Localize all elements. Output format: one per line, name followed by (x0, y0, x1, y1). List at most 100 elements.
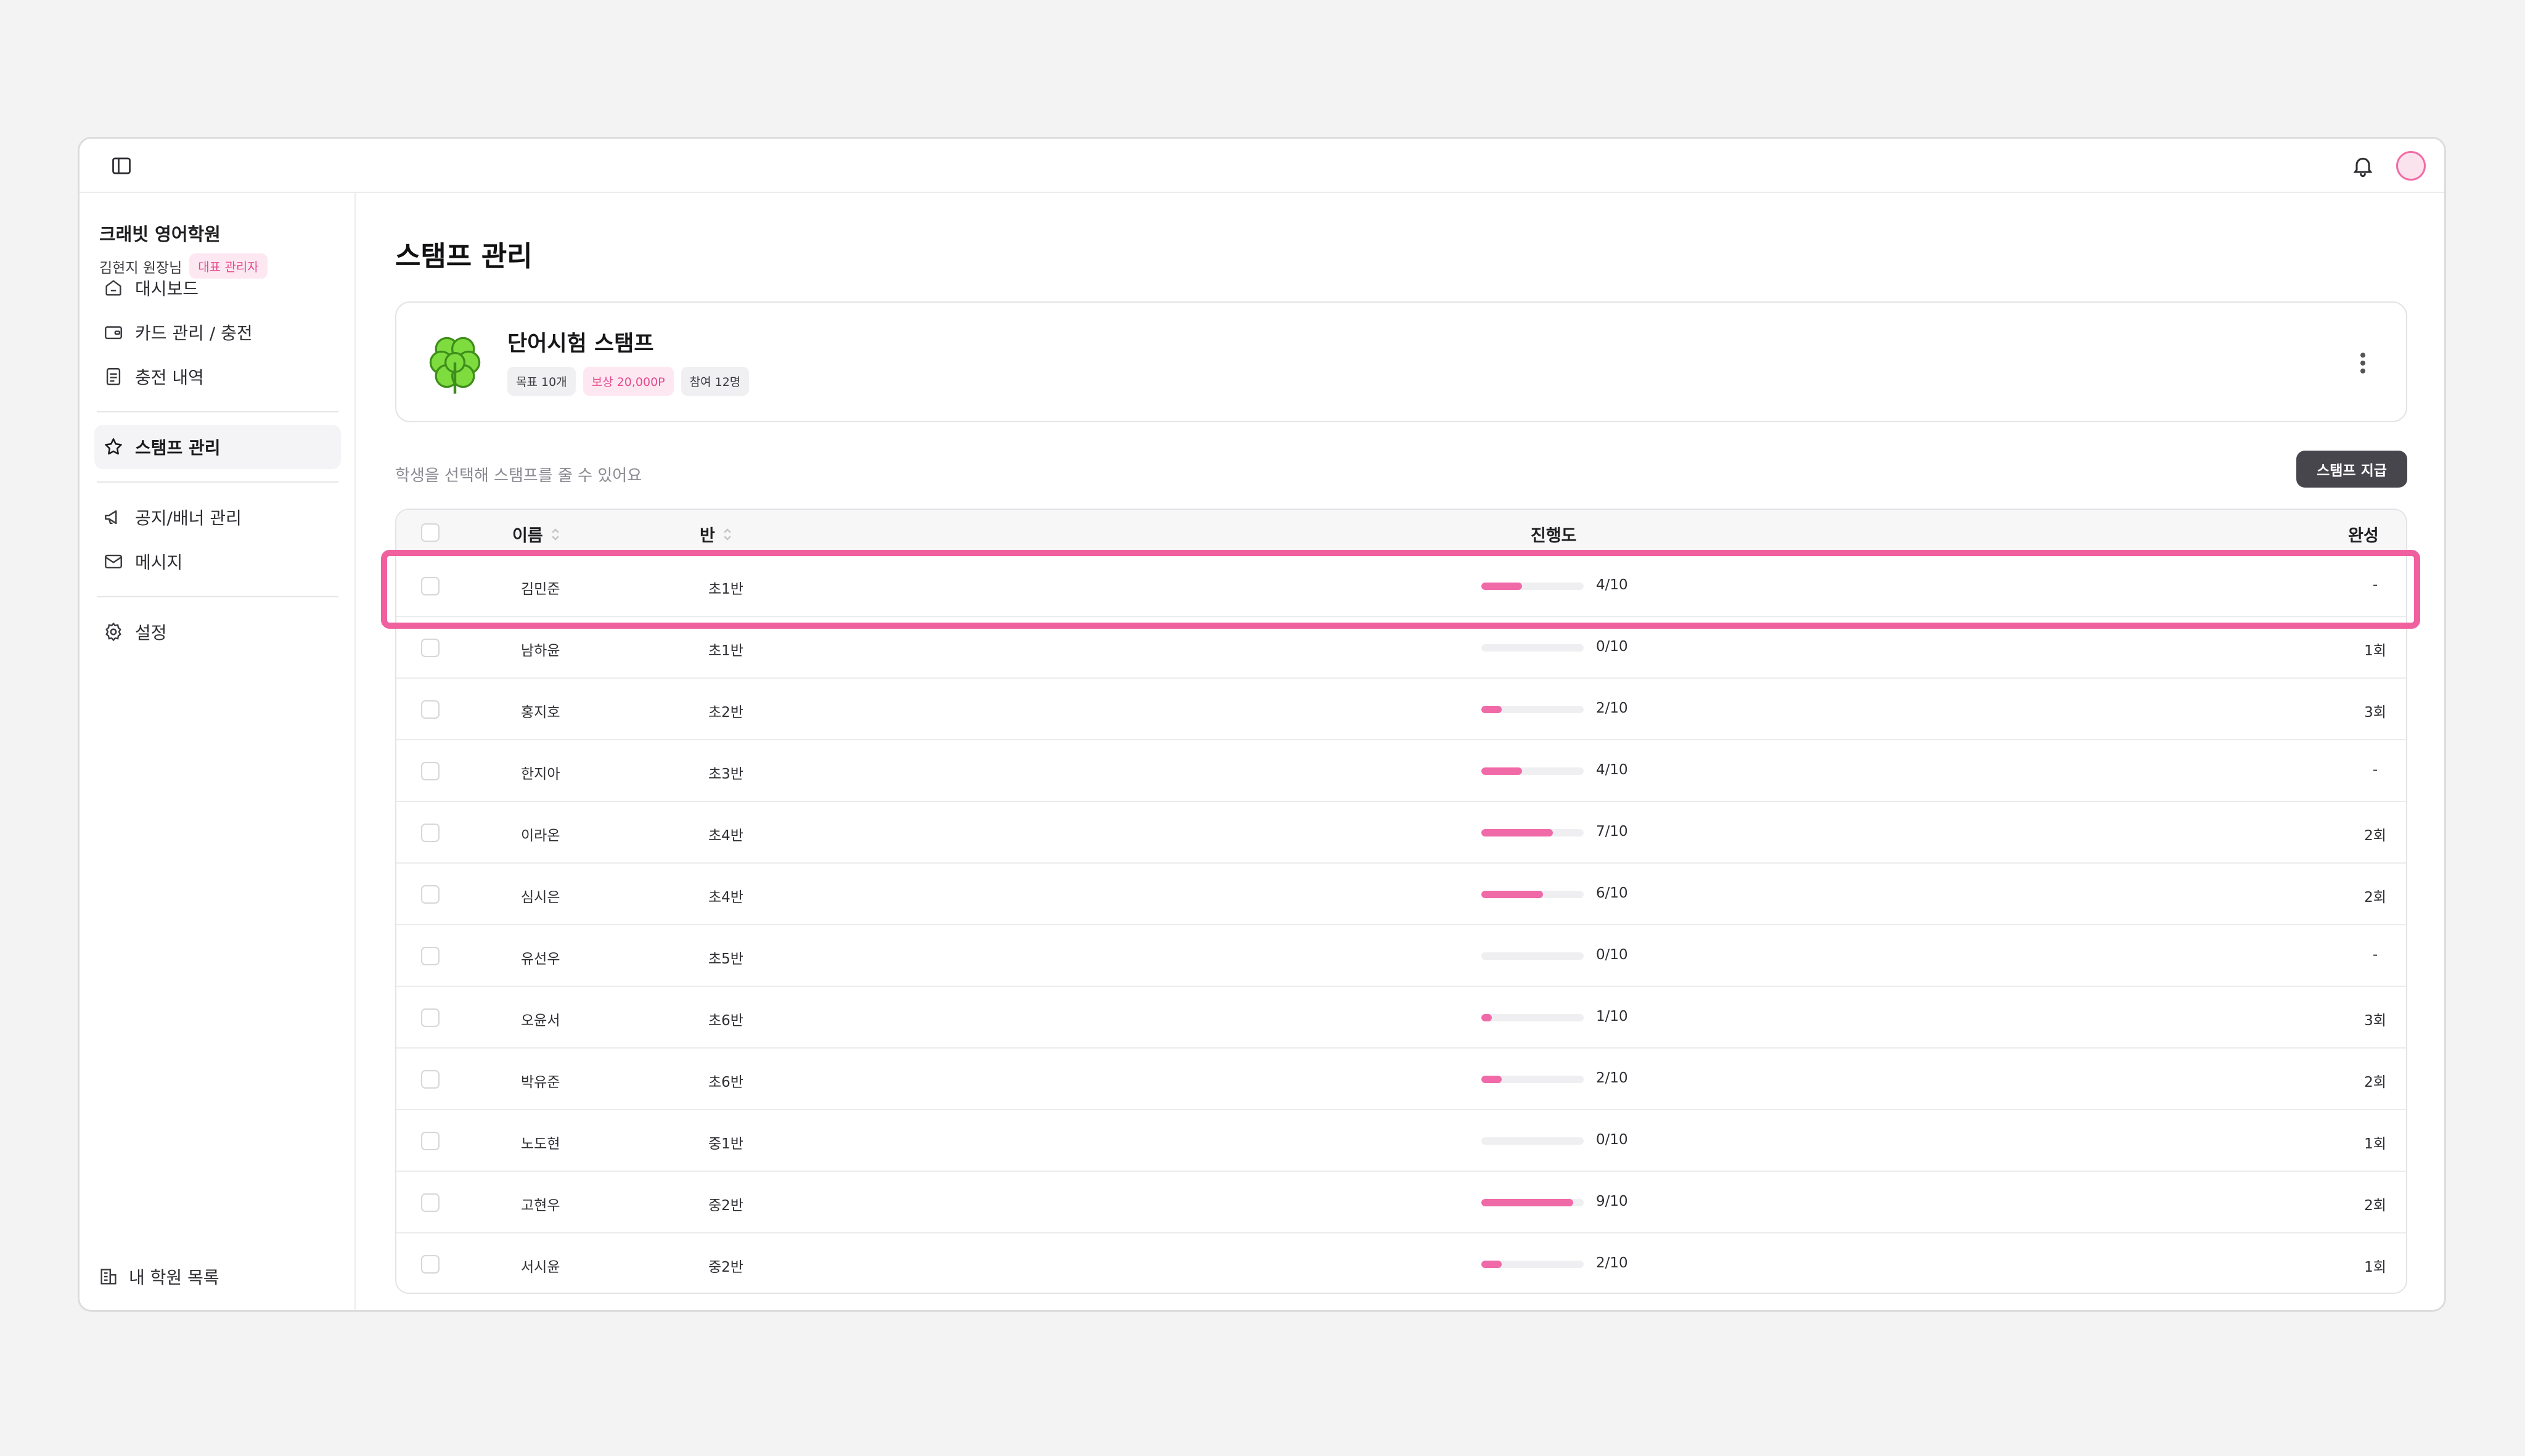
progress-text: 9/10 (1596, 1193, 1628, 1209)
table-row[interactable]: 노도현 중1반 0/10 1회 (396, 1110, 2406, 1172)
wallet-icon (105, 326, 122, 340)
progress-bar (1481, 644, 1584, 652)
row-checkbox[interactable] (421, 639, 440, 657)
table-row[interactable]: 오윤서 초6반 1/10 3회 (396, 987, 2406, 1049)
completion-count: 2회 (2364, 1198, 2386, 1214)
completion-count: 1회 (2364, 643, 2386, 659)
student-name: 이라온 (521, 828, 560, 844)
my-academies-link[interactable]: 내 학원 목록 (98, 1264, 219, 1289)
main-content: 스탬프 관리 단어시험 스탬프 목표 10개 보상 20,000P 참여 12명 (356, 193, 2444, 1310)
student-name: 남하윤 (521, 643, 560, 659)
row-checkbox[interactable] (421, 1070, 440, 1089)
table-row[interactable]: 김민준 초1반 4/10 - (396, 555, 2406, 617)
student-class: 중2반 (708, 1198, 743, 1214)
sidebar-item-label: 공지/배너 관리 (135, 508, 242, 528)
goal-chip: 목표 10개 (507, 367, 576, 396)
students-table: 이름 반 진행도 완성 김민준 초1반 4/10- 남하윤 초1반 0/10 1회 홍지호 초2… (395, 509, 2407, 1294)
table-row[interactable]: 홍지호 초2반 2/10 3회 (396, 679, 2406, 740)
sidebar-item-charge-history[interactable]: 충전 내역 (94, 354, 341, 399)
sidebar-item-label: 대시보드 (135, 279, 199, 299)
home-icon (105, 280, 121, 296)
student-name: 서시윤 (521, 1259, 560, 1275)
completion-count: 3회 (2364, 1013, 2386, 1029)
progress-text: 0/10 (1596, 639, 1628, 655)
gear-icon (105, 622, 121, 642)
header-class[interactable]: 반 (700, 522, 732, 546)
helper-text: 학생을 선택해 스탬프를 줄 수 있어요 (395, 467, 642, 485)
header-name[interactable]: 이름 (512, 522, 560, 546)
progress-bar (1481, 829, 1584, 836)
row-checkbox[interactable] (421, 947, 440, 965)
grant-stamp-button[interactable]: 스탬프 지급 (2296, 451, 2407, 488)
student-class: 초1반 (708, 643, 743, 659)
progress-text: 4/10 (1596, 577, 1628, 593)
student-name: 한지아 (521, 766, 560, 782)
table-row[interactable]: 이라온 초4반 7/10 2회 (396, 802, 2406, 864)
student-class: 초5반 (708, 951, 743, 967)
table-row[interactable]: 서시윤 중2반 2/10 1회 (396, 1233, 2406, 1293)
completion-count: - (2372, 762, 2378, 778)
my-academies-label: 내 학원 목록 (129, 1267, 219, 1288)
progress-bar (1481, 952, 1584, 960)
table-row[interactable]: 고현우 중2반 9/10 2회 (396, 1172, 2406, 1233)
sidebar-item-notices[interactable]: 공지/배너 관리 (94, 495, 341, 539)
sidebar-toggle-icon[interactable] (110, 155, 133, 177)
completion-count: 2회 (2364, 828, 2386, 844)
sidebar-item-cards[interactable]: 카드 관리 / 충전 (94, 310, 341, 354)
sidebar-item-dashboard[interactable]: 대시보드 (94, 266, 341, 310)
row-checkbox[interactable] (421, 1132, 440, 1150)
academy-name: 크래빗 영어학원 (99, 224, 221, 245)
bell-icon[interactable] (2351, 153, 2375, 178)
sidebar-item-messages[interactable]: 메시지 (94, 539, 341, 584)
nav-divider (97, 596, 338, 597)
progress-bar (1481, 1199, 1584, 1206)
select-all-checkbox[interactable] (421, 523, 440, 542)
student-name: 오윤서 (521, 1013, 560, 1029)
table-row[interactable]: 박유준 초6반 2/10 2회 (396, 1049, 2406, 1110)
student-class: 초1반 (708, 581, 743, 597)
header-done-label: 완성 (2348, 526, 2379, 546)
student-class: 초2반 (708, 705, 743, 721)
header-class-label: 반 (700, 526, 715, 546)
row-checkbox[interactable] (421, 1255, 440, 1274)
mail-icon (105, 554, 122, 569)
student-name: 김민준 (521, 581, 560, 597)
more-vertical-icon[interactable] (2357, 350, 2369, 377)
table-row[interactable]: 유선우 초5반 0/10 - (396, 925, 2406, 987)
progress-fill (1481, 891, 1543, 898)
sort-icon[interactable] (550, 526, 560, 542)
progress-text: 4/10 (1596, 762, 1628, 778)
row-checkbox[interactable] (421, 1008, 440, 1027)
student-class: 초6반 (708, 1074, 743, 1090)
header-progress-label: 진행도 (1531, 526, 1577, 546)
progress-text: 2/10 (1596, 1255, 1628, 1271)
row-checkbox[interactable] (421, 577, 440, 595)
table-row[interactable]: 심시은 초4반 6/10 2회 (396, 864, 2406, 925)
sidebar-item-settings[interactable]: 설정 (94, 610, 341, 654)
progress-fill (1481, 1261, 1502, 1268)
table-row[interactable]: 남하윤 초1반 0/10 1회 (396, 617, 2406, 679)
row-checkbox[interactable] (421, 824, 440, 842)
completion-count: 3회 (2364, 705, 2386, 721)
student-name: 박유준 (521, 1074, 560, 1090)
building-icon (100, 1269, 117, 1285)
progress-text: 1/10 (1596, 1008, 1628, 1025)
row-checkbox[interactable] (421, 1193, 440, 1212)
row-checkbox[interactable] (421, 700, 440, 719)
progress-fill (1481, 829, 1553, 836)
table-row[interactable]: 한지아 초3반 4/10 - (396, 740, 2406, 802)
sidebar-item-label: 충전 내역 (135, 367, 204, 388)
user-avatar[interactable] (2396, 151, 2426, 181)
progress-text: 2/10 (1596, 1070, 1628, 1086)
row-checkbox[interactable] (421, 885, 440, 904)
completion-count: 1회 (2364, 1259, 2386, 1275)
student-name: 홍지호 (521, 705, 560, 721)
progress-bar (1481, 583, 1584, 590)
row-checkbox[interactable] (421, 762, 440, 780)
stamp-card: 단어시험 스탬프 목표 10개 보상 20,000P 참여 12명 (395, 301, 2407, 422)
app-window: 크래빗 영어학원 김현지 원장님 대표 관리자 대시보드 카드 관리 / 충전 … (78, 137, 2446, 1312)
sort-icon[interactable] (722, 526, 732, 542)
progress-fill (1481, 706, 1502, 713)
completion-count: - (2372, 947, 2378, 963)
sidebar-item-stamps[interactable]: 스탬프 관리 (94, 425, 341, 469)
